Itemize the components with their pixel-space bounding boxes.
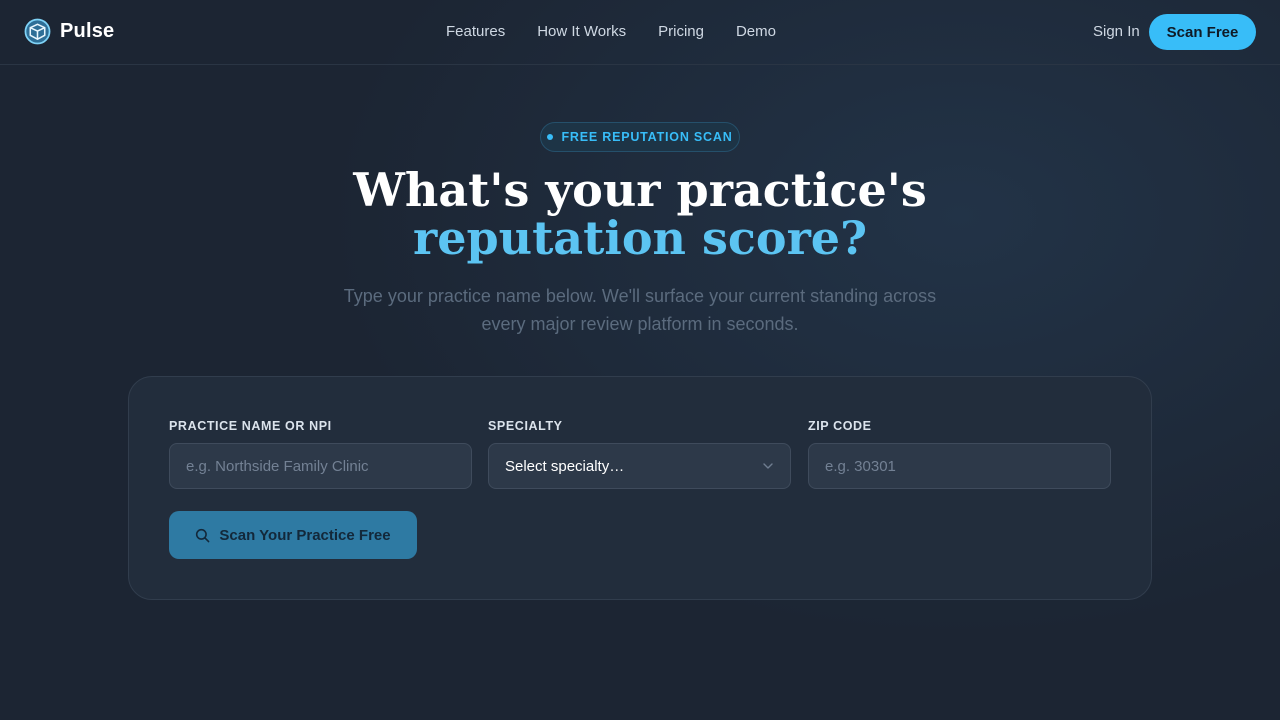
nav-link-pricing[interactable]: Pricing (658, 23, 704, 40)
nav-links: Features How It Works Pricing Demo (446, 23, 776, 40)
specialty-select[interactable]: Select specialty… (488, 443, 791, 489)
practice-label: PRACTICE NAME OR NPI (169, 419, 332, 433)
headline-line-1: What's your practice's (353, 163, 927, 217)
scan-practice-button[interactable]: Scan Your Practice Free (169, 511, 417, 559)
badge-label: FREE REPUTATION SCAN (561, 130, 733, 144)
top-navbar: Pulse Features How It Works Pricing Demo… (0, 0, 1280, 65)
search-icon (196, 528, 210, 542)
scan-free-button[interactable]: Scan Free (1149, 14, 1256, 50)
badge-dot-icon (547, 134, 554, 140)
brand-name: Pulse (60, 20, 115, 42)
sign-in-link[interactable]: Sign In (1093, 23, 1140, 40)
zip-field: ZIP CODE (808, 419, 1111, 489)
free-scan-badge: FREE REPUTATION SCAN (540, 122, 740, 152)
brand[interactable]: Pulse (24, 18, 114, 45)
specialty-field: SPECIALTY Select specialty… (488, 419, 791, 489)
shield-logo-icon (24, 18, 51, 45)
scan-practice-button-label: Scan Your Practice Free (219, 526, 391, 544)
nav-link-demo[interactable]: Demo (736, 23, 776, 40)
chevron-down-icon (763, 463, 773, 469)
specialty-selected-value: Select specialty… (505, 457, 625, 475)
scan-form-card: PRACTICE NAME OR NPI SPECIALTY Select sp… (128, 376, 1152, 600)
headline-line-2: reputation score? (412, 211, 868, 265)
practice-field: PRACTICE NAME OR NPI (169, 419, 472, 489)
nav-link-how-it-works[interactable]: How It Works (537, 23, 626, 40)
zip-code-input[interactable] (808, 443, 1111, 489)
specialty-label: SPECIALTY (488, 419, 563, 433)
nav-link-features[interactable]: Features (446, 23, 505, 40)
zip-label: ZIP CODE (808, 419, 872, 433)
hero-subtitle: Type your practice name below. We'll sur… (343, 286, 937, 334)
practice-name-input[interactable] (169, 443, 472, 489)
page-title: What's your practice's reputation score? (0, 166, 1280, 262)
